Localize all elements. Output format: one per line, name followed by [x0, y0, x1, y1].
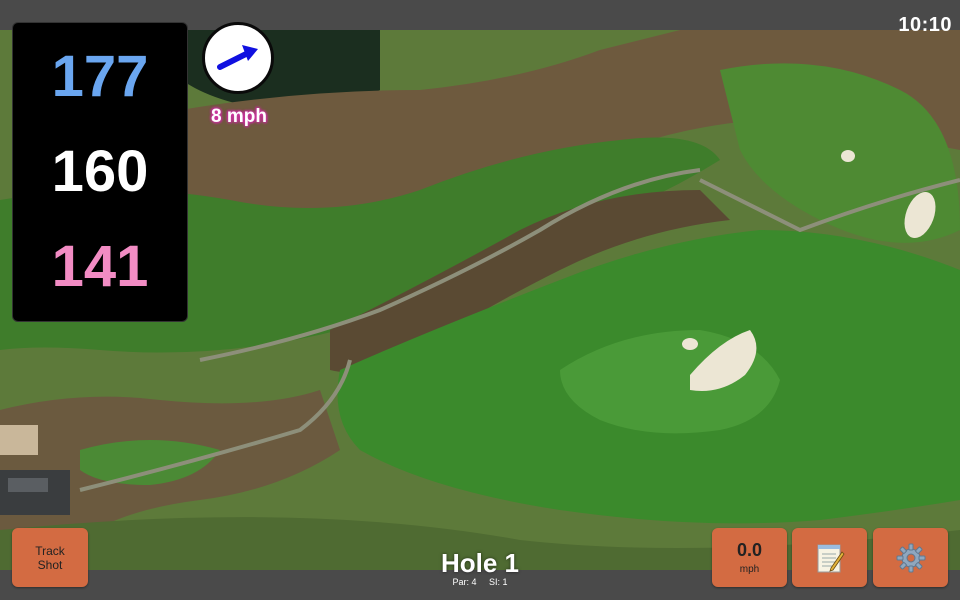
- speed-value: 0.0: [736, 540, 763, 560]
- notes-button[interactable]: [792, 528, 867, 587]
- hole-par: Par: 4: [452, 577, 477, 587]
- hole-meta: Par: 4 SI: 1: [380, 577, 580, 587]
- notepad-icon: [817, 544, 845, 572]
- clock-time: 10:10: [898, 14, 952, 36]
- speed-unit: mph: [739, 564, 760, 575]
- wind-arrow-icon: [217, 45, 258, 70]
- hole-stroke-index: SI: 1: [489, 577, 508, 587]
- track-shot-label-line2: Shot: [37, 557, 63, 572]
- distance-middle: 160: [51, 138, 149, 204]
- wind-indicator: [202, 22, 274, 94]
- gear-icon: [896, 543, 925, 572]
- wind-speed-label: 8 mph: [211, 106, 267, 127]
- track-shot-label-line1: Track: [35, 543, 65, 558]
- speed-button[interactable]: 0.0 mph: [712, 528, 787, 587]
- track-shot-button[interactable]: Track Shot: [12, 528, 88, 587]
- distance-back: 177: [51, 43, 149, 109]
- settings-button[interactable]: [873, 528, 948, 587]
- distance-panel: 177 160 141: [12, 22, 188, 322]
- hole-title: Hole 1: [440, 548, 520, 578]
- distance-front: 141: [51, 234, 149, 300]
